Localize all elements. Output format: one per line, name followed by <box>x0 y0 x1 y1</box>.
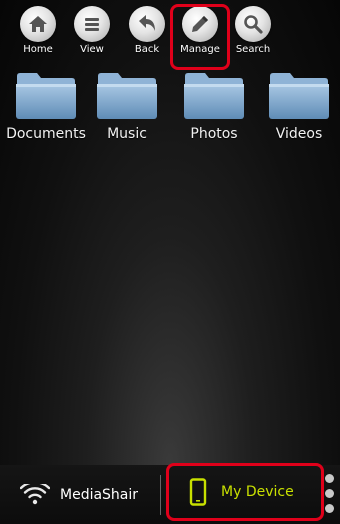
home-button[interactable]: Home <box>13 6 63 66</box>
search-label: Search <box>235 44 271 55</box>
tab-mediashair[interactable]: MediaShair <box>20 465 158 524</box>
folder-icon <box>16 73 76 119</box>
folder-name: Documents <box>6 126 86 142</box>
back-label: Back <box>134 44 160 55</box>
folder-music[interactable]: Music <box>84 72 170 142</box>
folder-icon <box>184 73 244 119</box>
phone-icon <box>189 478 207 506</box>
search-button[interactable]: Search <box>228 6 278 66</box>
tab-my-device-label: My Device <box>221 484 294 500</box>
folder-icon <box>97 73 157 119</box>
folder-name: Music <box>107 126 147 142</box>
folder-name: Photos <box>190 126 238 142</box>
back-arrow-icon <box>129 6 165 42</box>
folder-icon <box>269 73 329 119</box>
manage-highlight-box <box>170 4 230 70</box>
toolbar: Home View Back Manage Search <box>0 0 340 70</box>
home-label: Home <box>23 44 53 55</box>
folder-documents[interactable]: Documents <box>3 72 89 142</box>
list-icon <box>74 6 110 42</box>
back-button[interactable]: Back <box>122 6 172 66</box>
tab-my-device[interactable]: My Device <box>166 463 324 521</box>
tab-divider <box>160 475 161 515</box>
overflow-menu-icon[interactable] <box>322 470 336 522</box>
home-icon <box>20 6 56 42</box>
wifi-icon <box>20 483 50 504</box>
tab-mediashair-label: MediaShair <box>60 486 139 503</box>
magnifier-icon <box>235 6 271 42</box>
folder-name: Videos <box>275 126 323 142</box>
folder-videos[interactable]: Videos <box>256 72 340 142</box>
file-browser-screen: Home View Back Manage Search Documents M… <box>0 0 340 465</box>
view-button[interactable]: View <box>67 6 117 66</box>
view-label: View <box>80 44 104 55</box>
folder-photos[interactable]: Photos <box>171 72 257 142</box>
bottom-tab-bar: MediaShair My Device <box>0 463 340 524</box>
